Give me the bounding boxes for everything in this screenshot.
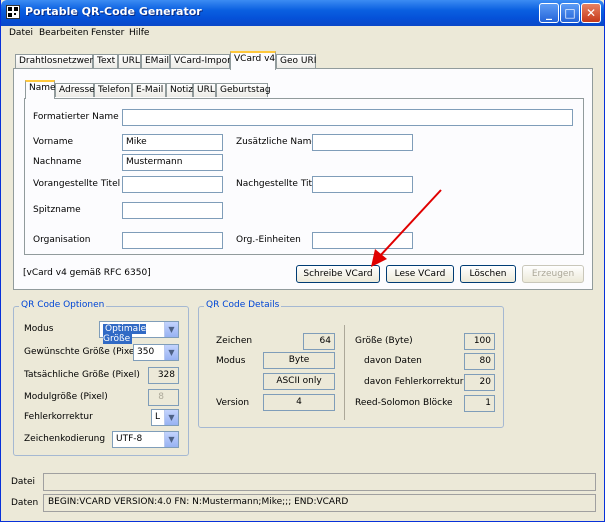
desired-size-select[interactable]: 350 ▼: [133, 344, 179, 361]
firstname-label: Vorname: [33, 137, 74, 147]
menu-datei[interactable]: Datei: [9, 28, 33, 38]
firstname-field[interactable]: Mike: [122, 134, 223, 151]
mode-label: Modus: [24, 324, 54, 334]
nickname-label: Spitzname: [33, 205, 81, 215]
window-title: Portable QR-Code Generator: [25, 5, 202, 18]
additional-names-field[interactable]: [312, 134, 413, 151]
tab-vcard-import[interactable]: VCard-Import: [170, 54, 234, 68]
encoding-value: UTF-8: [116, 434, 143, 444]
file-label: Datei: [11, 477, 36, 487]
app-window: Portable QR-Code Generator _ □ ✕ Datei B…: [0, 0, 605, 522]
module-size-spinner[interactable]: 8: [148, 389, 179, 406]
minimize-icon: _: [546, 6, 552, 20]
size-bytes-value: 100: [464, 333, 495, 350]
chevron-down-icon: ▼: [164, 410, 178, 425]
version-value: 4: [263, 394, 335, 411]
mode-select[interactable]: Optimale Größe ▼: [99, 321, 179, 344]
name-form: Formatierter Name Vorname Mike Zusätzlic…: [24, 98, 584, 255]
version-label: Version: [216, 398, 250, 408]
close-button[interactable]: ✕: [581, 3, 601, 23]
tab-notiz[interactable]: Notiz: [166, 83, 193, 97]
minimize-button[interactable]: _: [539, 3, 559, 23]
menu-bar: Datei Bearbeiten Fenster Hilfe: [1, 26, 604, 44]
error-correction-select[interactable]: L ▼: [151, 409, 179, 426]
qr-options-title: QR Code Optionen: [19, 300, 107, 310]
detail-mode-value: Byte: [263, 352, 335, 369]
rs-blocks-label: Reed-Solomon Blöcke: [355, 398, 453, 408]
generate-button[interactable]: Erzeugen: [522, 265, 584, 283]
data-bytes-value: 80: [464, 353, 495, 370]
qr-app-icon: [6, 5, 20, 19]
tab-url[interactable]: URL: [118, 54, 141, 68]
menu-fenster[interactable]: Fenster: [91, 28, 124, 38]
chevron-down-icon: ▼: [164, 345, 178, 360]
tab-text[interactable]: Text: [93, 54, 118, 68]
maximize-icon: □: [564, 6, 576, 20]
tab-e-mail[interactable]: E-Mail: [132, 83, 166, 97]
qr-details-title: QR Code Details: [204, 300, 282, 310]
nickname-field[interactable]: [122, 202, 223, 219]
encoding-select[interactable]: UTF-8 ▼: [112, 431, 179, 448]
error-correction-label: Fehlerkorrektur: [24, 412, 93, 422]
tab-url-inner[interactable]: URL: [193, 83, 216, 97]
organisation-label: Organisation: [33, 235, 91, 245]
chevron-down-icon: ▼: [164, 322, 178, 337]
desired-size-value: 350: [137, 347, 155, 357]
title-bar[interactable]: Portable QR-Code Generator _ □ ✕: [1, 0, 604, 26]
chars-value: 64: [303, 333, 335, 350]
ecc-bytes-label: davon Fehlerkorrektur: [364, 377, 464, 387]
delete-button[interactable]: Löschen: [460, 265, 516, 283]
suffix-label: Nachgestellte Titel: [236, 179, 321, 189]
org-units-label: Org.-Einheiten: [236, 235, 301, 245]
formatted-name-label: Formatierter Name: [33, 112, 119, 122]
data-bytes-label: davon Daten: [364, 356, 422, 366]
tab-name[interactable]: Name: [25, 80, 56, 99]
data-field: BEGIN:VCARD VERSION:4.0 FN: N:Mustermann…: [43, 494, 596, 512]
vcard-version-note: [vCard v4 gemäß RFC 6350]: [23, 268, 151, 278]
chevron-down-icon: ▼: [164, 432, 178, 447]
file-field: [43, 473, 596, 491]
tab-vcard-v4[interactable]: VCard v4: [230, 51, 276, 70]
detail-mode-label: Modus: [216, 356, 246, 366]
menu-bearbeiten[interactable]: Bearbeiten: [39, 28, 88, 38]
ascii-value: ASCII only: [263, 373, 335, 390]
tab-drahtlosnetzwerk[interactable]: Drahtlosnetzwerk: [15, 54, 98, 68]
error-correction-value: L: [155, 412, 161, 422]
desired-size-label: Gewünschte Größe (Pixel): [24, 347, 141, 357]
maximize-button[interactable]: □: [560, 3, 580, 23]
lastname-label: Nachname: [33, 157, 82, 167]
menu-hilfe[interactable]: Hilfe: [129, 28, 149, 38]
data-label: Daten: [11, 498, 39, 508]
mode-value: Optimale Größe: [103, 324, 147, 344]
module-size-label: Modulgröße (Pixel): [24, 392, 108, 402]
details-divider: [344, 325, 345, 420]
formatted-name-field[interactable]: [122, 109, 573, 126]
close-icon: ✕: [585, 6, 597, 20]
organisation-field[interactable]: [122, 232, 223, 249]
tab-telefon[interactable]: Telefon: [94, 83, 132, 97]
lastname-field[interactable]: Mustermann: [122, 154, 223, 171]
rs-blocks-value: 1: [464, 395, 495, 412]
prefix-label: Vorangestellte Titel: [33, 179, 121, 189]
chars-label: Zeichen: [216, 336, 253, 346]
module-size-value: 8: [158, 392, 164, 402]
qr-details-group: QR Code Details Zeichen 64 Modus Byte AS…: [198, 300, 504, 428]
qr-options-group: QR Code Optionen Modus Optimale Größe ▼ …: [13, 300, 189, 456]
tab-email[interactable]: EMail: [141, 54, 170, 68]
size-bytes-label: Größe (Byte): [355, 336, 413, 346]
tab-geo-uri[interactable]: Geo URI: [276, 54, 316, 68]
annotation-arrow: [371, 189, 442, 267]
prefix-field[interactable]: [122, 176, 223, 193]
additional-names-label: Zusätzliche Namen: [236, 137, 323, 147]
ecc-bytes-value: 20: [464, 374, 495, 391]
tab-adresse[interactable]: Adresse: [55, 83, 95, 97]
encoding-label: Zeichenkodierung: [24, 434, 106, 444]
tab-geburtstag[interactable]: Geburtstag: [216, 83, 271, 97]
actual-size-field: 328: [148, 367, 179, 384]
actual-size-label: Tatsächliche Größe (Pixel): [24, 370, 140, 380]
vcard-panel: Name Adresse Telefon E-Mail Notiz URL Ge…: [13, 68, 593, 290]
